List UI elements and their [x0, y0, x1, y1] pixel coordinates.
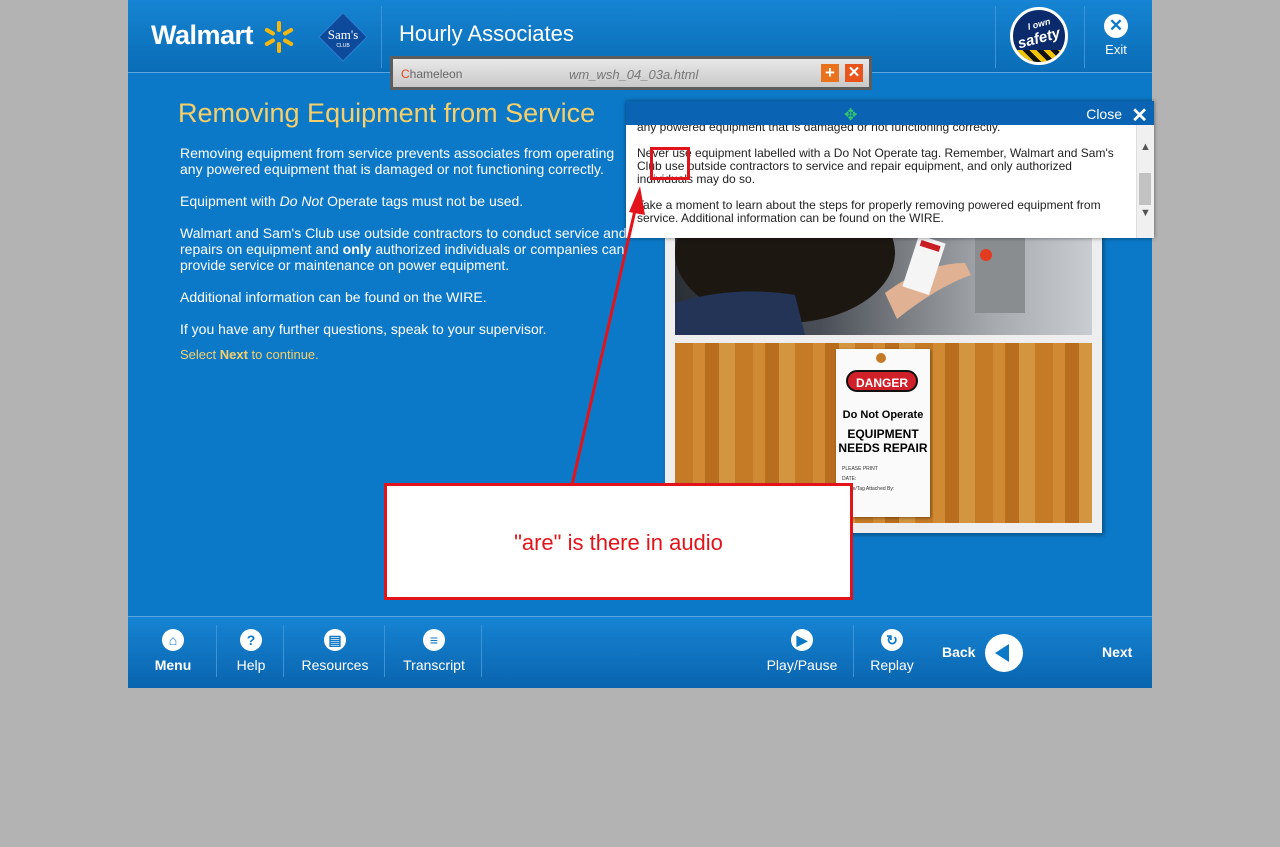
- annotation-arrow: [570, 186, 645, 486]
- arrow-shaft: [570, 205, 638, 486]
- arrow-head: [629, 186, 645, 215]
